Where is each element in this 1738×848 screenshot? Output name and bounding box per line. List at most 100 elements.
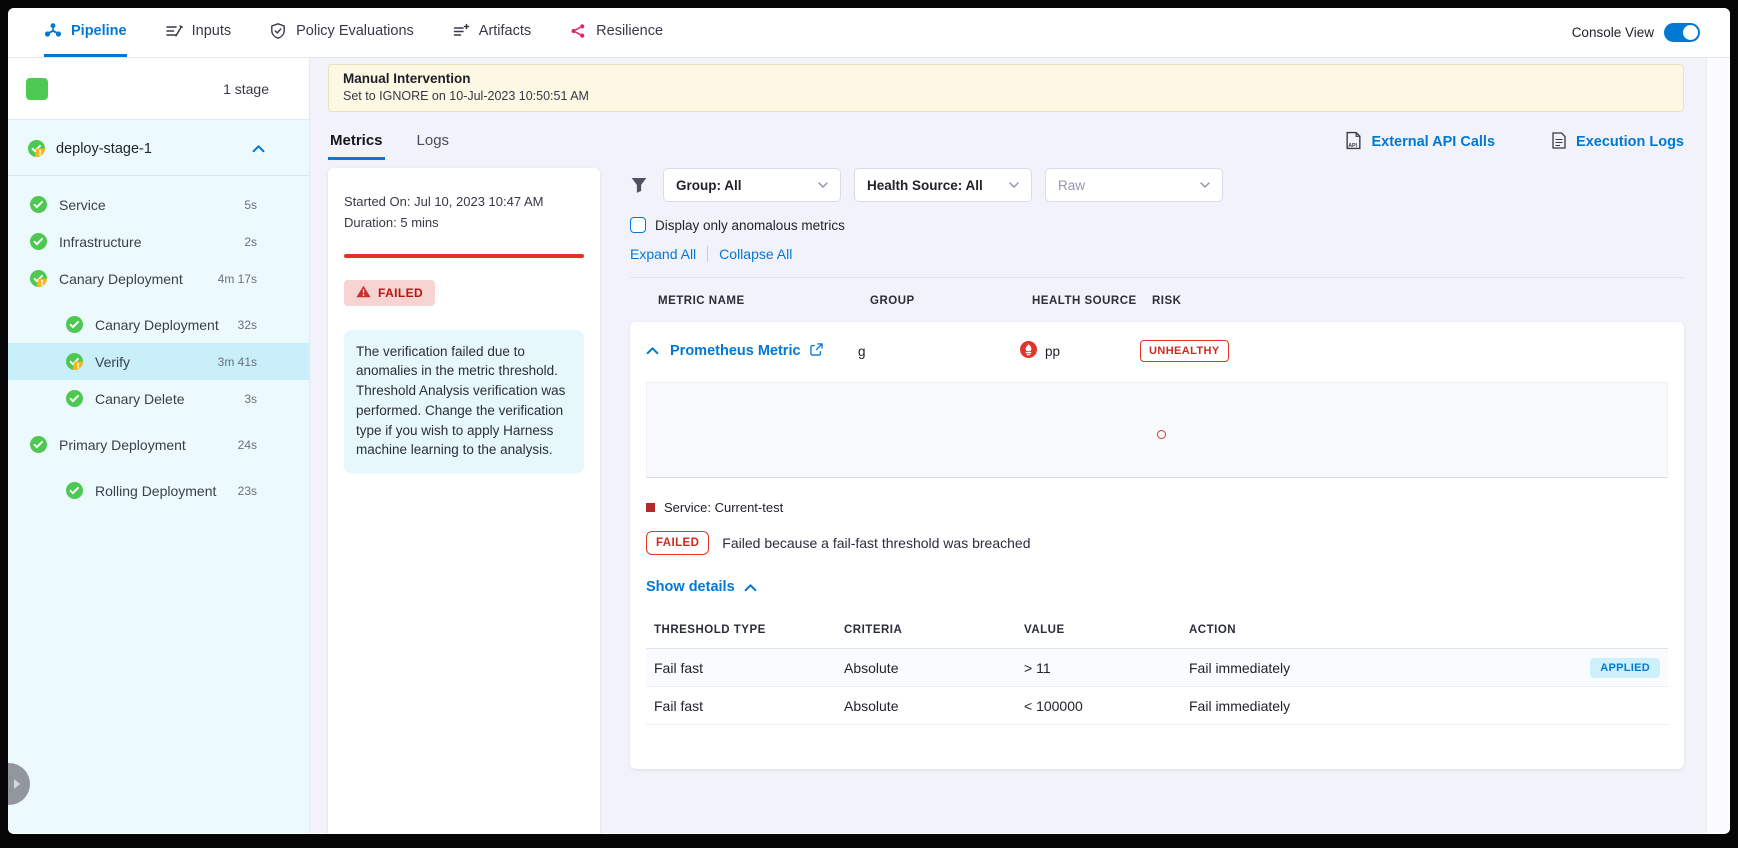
toggle-knob xyxy=(1683,25,1698,40)
sidebar-step-service[interactable]: Service 5s xyxy=(8,186,309,223)
success-icon xyxy=(30,436,47,453)
anomalous-data-point[interactable] xyxy=(1157,430,1166,439)
execution-sidebar: 1 stage deploy-stage-1 Service 5s xyxy=(8,58,310,833)
external-api-calls-link[interactable]: API External API Calls xyxy=(1345,131,1495,154)
value-cell: > 11 xyxy=(1024,660,1189,676)
step-duration: 32s xyxy=(238,318,257,332)
anomalous-metrics-checkbox[interactable] xyxy=(630,217,646,233)
stage-summary-bar: 1 stage xyxy=(8,58,309,120)
warning-triangle-icon xyxy=(356,285,371,301)
collapse-row-chevron-icon[interactable] xyxy=(646,342,670,360)
threshold-table-header: THRESHOLD TYPE CRITERIA VALUE ACTION xyxy=(646,616,1668,649)
log-links: API External API Calls Execution Logs xyxy=(1345,131,1684,154)
metric-name-link[interactable]: Prometheus Metric xyxy=(670,343,858,360)
column-header-group: GROUP xyxy=(870,295,1032,307)
value-cell: < 100000 xyxy=(1024,698,1189,714)
stage-status-swatch[interactable] xyxy=(26,78,48,100)
data-transform-placeholder: Raw xyxy=(1058,178,1085,193)
tab-policy-evaluations[interactable]: Policy Evaluations xyxy=(269,8,414,57)
manual-intervention-banner: Manual Intervention Set to IGNORE on 10-… xyxy=(328,64,1684,112)
table-row: Fail fast Absolute > 11 Fail immediately… xyxy=(646,649,1668,687)
action-cell: Fail immediately xyxy=(1189,698,1570,714)
divider xyxy=(707,246,708,262)
inputs-icon xyxy=(165,22,183,40)
column-header-risk: RISK xyxy=(1152,295,1684,307)
column-header-health-source: HEALTH SOURCE xyxy=(1032,295,1152,307)
anomalous-metrics-filter: Display only anomalous metrics xyxy=(630,217,1684,233)
metrics-table-header: METRIC NAME GROUP HEALTH SOURCE RISK xyxy=(630,278,1684,322)
scroll-gutter[interactable] xyxy=(1706,58,1730,833)
tab-inputs[interactable]: Inputs xyxy=(165,8,232,57)
sidebar-step-canary-delete[interactable]: Canary Delete 3s xyxy=(8,380,309,417)
step-label: Infrastructure xyxy=(59,234,141,250)
risk-badge: UNHEALTHY xyxy=(1140,340,1229,362)
success-warning-icon xyxy=(30,270,47,287)
started-on-label: Started On: Jul 10, 2023 10:47 AM xyxy=(344,192,584,213)
banner-title: Manual Intervention xyxy=(343,70,1669,88)
column-header-criteria: CRITERIA xyxy=(844,624,1024,636)
analysis-result-row: FAILED Failed because a fail-fast thresh… xyxy=(646,531,1668,555)
criteria-cell: Absolute xyxy=(844,660,1024,676)
tab-logs[interactable]: Logs xyxy=(415,124,452,160)
health-source-value: pp xyxy=(1045,344,1060,359)
app-window: Pipeline Inputs Policy Evaluations Artif… xyxy=(8,8,1730,834)
document-icon xyxy=(1551,131,1567,154)
artifacts-icon xyxy=(452,22,470,40)
threshold-type-cell: Fail fast xyxy=(654,698,844,714)
success-icon xyxy=(30,196,47,213)
step-duration: 3m 41s xyxy=(218,355,257,369)
metric-card: Prometheus Metric g pp xyxy=(630,322,1684,769)
top-navbar: Pipeline Inputs Policy Evaluations Artif… xyxy=(8,8,1730,58)
main-content: Manual Intervention Set to IGNORE on 10-… xyxy=(310,58,1730,833)
pipeline-icon xyxy=(44,22,62,40)
health-source-filter-dropdown[interactable]: Health Source: All xyxy=(854,168,1032,202)
analysis-failed-reason: Failed because a fail-fast threshold was… xyxy=(722,535,1030,551)
table-row: Prometheus Metric g pp xyxy=(646,322,1668,380)
group-filter-value: Group: All xyxy=(676,178,742,193)
tab-pipeline[interactable]: Pipeline xyxy=(44,8,127,57)
column-header-metric-name: METRIC NAME xyxy=(658,295,870,307)
stage-tree: deploy-stage-1 Service 5s Infrastructure… xyxy=(8,120,309,833)
success-icon xyxy=(66,316,83,333)
execution-logs-link[interactable]: Execution Logs xyxy=(1551,131,1684,154)
step-duration: 2s xyxy=(244,235,257,249)
step-label: Canary Deployment xyxy=(59,271,183,287)
success-icon xyxy=(30,233,47,250)
risk-cell: UNHEALTHY xyxy=(1140,340,1668,362)
metric-health-source: pp xyxy=(1020,341,1140,361)
sidebar-step-primary-deployment[interactable]: Primary Deployment 24s xyxy=(8,426,309,463)
tab-artifacts[interactable]: Artifacts xyxy=(452,8,531,57)
console-view-control: Console View xyxy=(1572,23,1700,42)
step-duration: 5s xyxy=(244,198,257,212)
success-warning-icon xyxy=(28,140,45,157)
sidebar-step-rolling-deployment[interactable]: Rolling Deployment 23s xyxy=(8,472,309,509)
sidebar-step-canary-deployment[interactable]: Canary Deployment 32s xyxy=(8,306,309,343)
filter-funnel-icon[interactable] xyxy=(630,176,648,194)
verification-message: The verification failed due to anomalies… xyxy=(344,330,584,474)
status-label: FAILED xyxy=(378,286,423,300)
collapse-all-link[interactable]: Collapse All xyxy=(719,246,792,262)
chevron-up-icon[interactable] xyxy=(252,141,265,157)
resilience-icon xyxy=(569,22,587,40)
expand-collapse-row: Expand All Collapse All xyxy=(630,246,1684,262)
group-filter-dropdown[interactable]: Group: All xyxy=(663,168,841,202)
sidebar-step-canary-deployment-group[interactable]: Canary Deployment 4m 17s xyxy=(8,260,309,297)
console-view-toggle[interactable] xyxy=(1664,23,1700,42)
metric-name-label: Prometheus Metric xyxy=(670,343,801,359)
sidebar-stage-deploy-stage-1[interactable]: deploy-stage-1 xyxy=(8,126,309,167)
data-transform-dropdown[interactable]: Raw xyxy=(1045,168,1223,202)
chevron-down-icon xyxy=(818,182,828,188)
nav-tab-label: Policy Evaluations xyxy=(296,23,414,39)
tab-resilience[interactable]: Resilience xyxy=(569,8,663,57)
show-details-link[interactable]: Show details xyxy=(646,579,757,595)
sidebar-step-infrastructure[interactable]: Infrastructure 2s xyxy=(8,223,309,260)
tab-metrics[interactable]: Metrics xyxy=(328,124,385,160)
svg-text:API: API xyxy=(1349,142,1358,148)
success-icon xyxy=(66,390,83,407)
verification-status-badge: FAILED xyxy=(344,280,435,306)
expand-all-link[interactable]: Expand All xyxy=(630,246,696,262)
sidebar-step-verify[interactable]: Verify 3m 41s xyxy=(8,343,309,380)
metric-group-value: g xyxy=(858,344,1020,359)
prometheus-icon xyxy=(1020,341,1037,361)
view-tabs: Metrics Logs xyxy=(328,124,451,160)
